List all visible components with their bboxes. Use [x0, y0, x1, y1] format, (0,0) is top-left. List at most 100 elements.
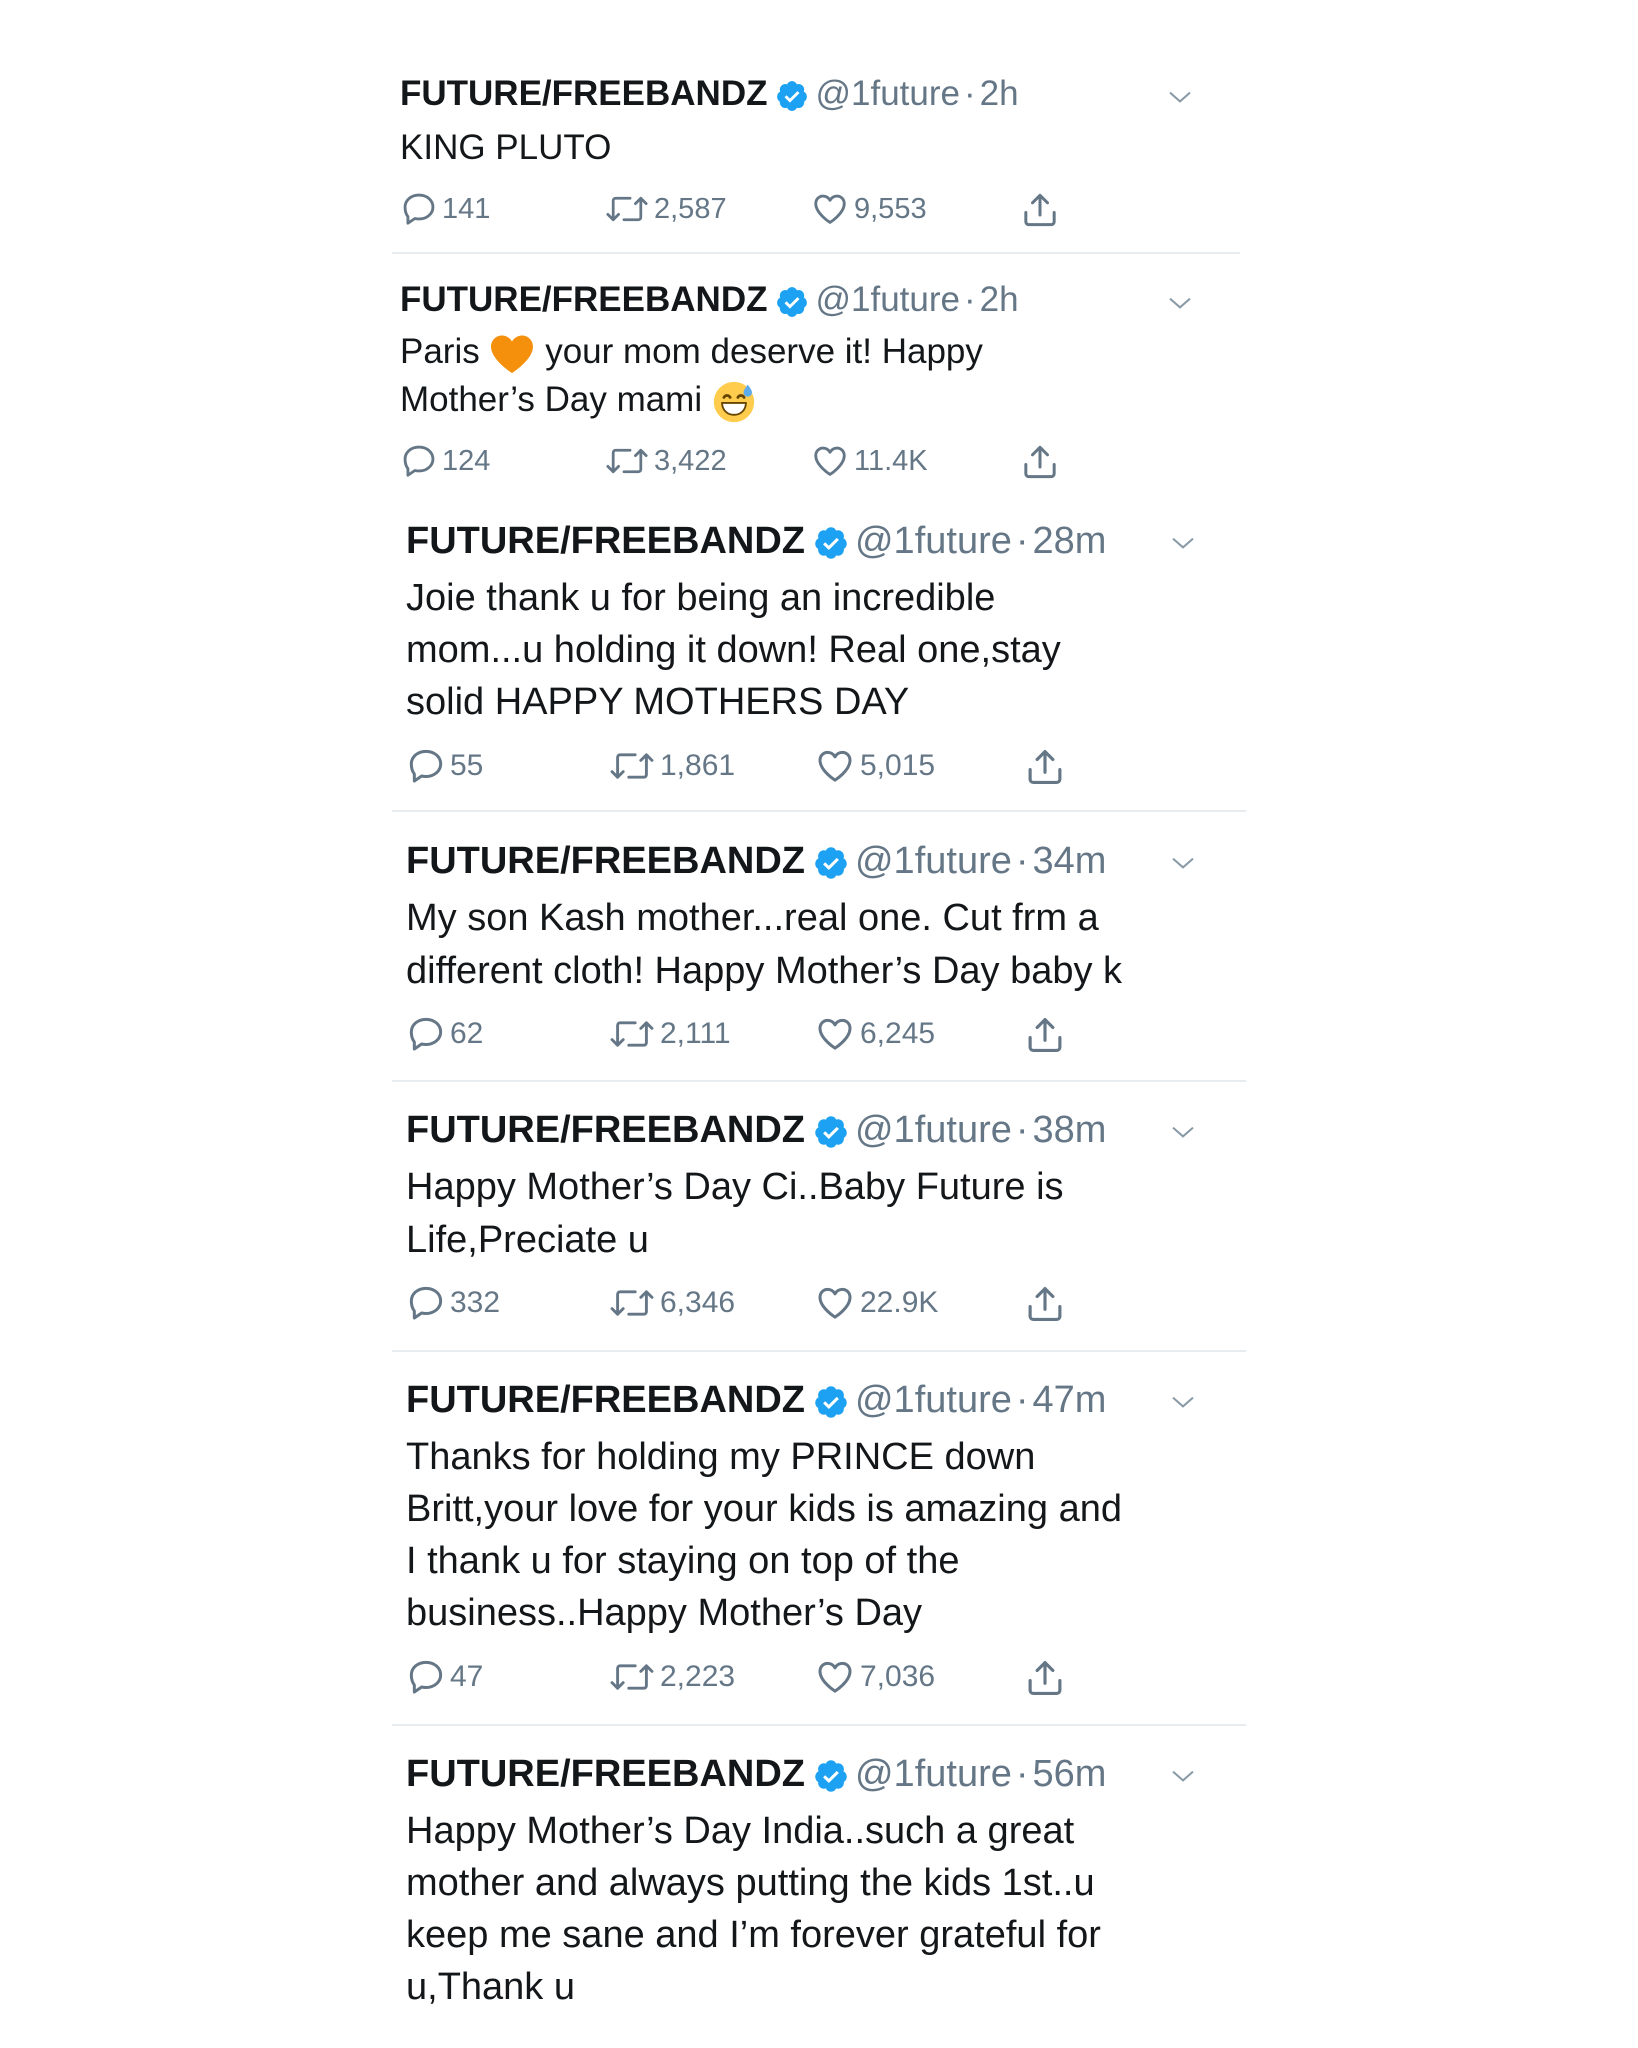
- reply-icon: [406, 746, 446, 786]
- author-name[interactable]: FUTURE/FREEBANDZ: [406, 1753, 805, 1795]
- retweet-icon: [608, 1657, 656, 1697]
- reply-button[interactable]: 141: [400, 190, 490, 228]
- share-button[interactable]: [1024, 1283, 1066, 1325]
- reply-button[interactable]: 62: [406, 1014, 483, 1054]
- chevron-down-icon[interactable]: [1168, 528, 1198, 558]
- tweet-timestamp[interactable]: 47m: [1033, 1379, 1107, 1421]
- separator-dot: ·: [963, 74, 976, 113]
- retweet-button[interactable]: 6,346: [608, 1283, 735, 1323]
- chevron-down-icon[interactable]: [1168, 848, 1198, 878]
- like-button[interactable]: 6,245: [814, 1014, 935, 1054]
- chevron-down-icon[interactable]: [1165, 82, 1195, 112]
- share-button[interactable]: [1020, 442, 1060, 482]
- separator-dot: ·: [1015, 520, 1029, 562]
- tweet-divider: [392, 1724, 1246, 1726]
- tweet[interactable]: FUTURE/FREEBANDZ @1future · 56m Happy Mothe…: [406, 1755, 1240, 2025]
- chevron-down-icon[interactable]: [1165, 288, 1195, 318]
- author-name[interactable]: FUTURE/FREEBANDZ: [406, 840, 805, 882]
- author-handle[interactable]: @1future: [855, 1379, 1012, 1421]
- tweet[interactable]: FUTURE/FREEBANDZ @1future · 2h KING PLUTO 1…: [400, 76, 1240, 246]
- tweet-text-line: I thank u for staying on top of the: [406, 1540, 960, 1582]
- heart-icon: [810, 190, 850, 228]
- verified-badge-icon: [775, 285, 809, 319]
- tweet-timestamp[interactable]: 34m: [1033, 840, 1107, 882]
- like-button[interactable]: 5,015: [814, 746, 935, 786]
- verified-badge-icon: [775, 79, 809, 113]
- tweet-text-segment: Mother’s Day mami: [400, 380, 703, 419]
- tweet-text-line: Life,Preciate u: [406, 1219, 649, 1261]
- author-handle[interactable]: @1future: [855, 840, 1012, 882]
- tweet[interactable]: FUTURE/FREEBANDZ @1future · 38m Happy Mothe…: [406, 1111, 1240, 1341]
- retweet-icon: [604, 442, 650, 480]
- tweet-text-line: Happy Mother’s Day India..such a great: [406, 1810, 1075, 1852]
- share-icon: [1020, 442, 1060, 482]
- tweet-timestamp[interactable]: 2h: [980, 74, 1019, 113]
- retweet-button[interactable]: 2,223: [608, 1657, 735, 1697]
- tweet[interactable]: FUTURE/FREEBANDZ @1future · 34m My son Kash…: [406, 842, 1240, 1072]
- tweet-text-line: solid HAPPY MOTHERS DAY: [406, 681, 910, 723]
- tweet-text-line: KING PLUTO: [400, 128, 612, 167]
- tweet-text-line: Joie thank u for being an incredible: [406, 577, 996, 619]
- reply-count: 62: [450, 1017, 484, 1050]
- author-name[interactable]: FUTURE/FREEBANDZ: [406, 1379, 805, 1421]
- retweet-button[interactable]: 1,861: [608, 746, 735, 786]
- retweet-button[interactable]: 2,111: [608, 1014, 731, 1054]
- grinning-sweat-emoji: [713, 381, 755, 422]
- retweet-count: 2,223: [660, 1660, 736, 1693]
- tweet-timestamp[interactable]: 38m: [1033, 1109, 1107, 1151]
- reply-button[interactable]: 47: [406, 1657, 483, 1697]
- reply-button[interactable]: 124: [400, 442, 490, 480]
- reply-icon: [400, 190, 438, 228]
- reply-icon: [406, 1657, 446, 1697]
- tweet-text-line: Paris your mom deserve it! Happy: [400, 328, 983, 376]
- tweet-text-line: u,Thank u: [406, 1966, 575, 2008]
- retweet-button[interactable]: 3,422: [604, 442, 727, 480]
- retweet-icon: [608, 1014, 656, 1054]
- share-button[interactable]: [1024, 1657, 1066, 1699]
- author-handle[interactable]: @1future: [815, 74, 960, 113]
- share-icon: [1024, 746, 1066, 788]
- reply-count: 332: [450, 1286, 501, 1319]
- heart-icon: [814, 1283, 856, 1323]
- chevron-down-icon[interactable]: [1168, 1387, 1198, 1417]
- author-handle[interactable]: @1future: [855, 1109, 1012, 1151]
- reply-button[interactable]: 332: [406, 1283, 500, 1323]
- author-name[interactable]: FUTURE/FREEBANDZ: [400, 280, 767, 319]
- tweet[interactable]: FUTURE/FREEBANDZ @1future · 28m Joie thank …: [406, 522, 1240, 792]
- retweet-icon: [608, 1283, 656, 1323]
- reply-button[interactable]: 55: [406, 746, 483, 786]
- retweet-count: 3,422: [654, 444, 727, 477]
- reply-count: 55: [450, 749, 484, 782]
- tweet[interactable]: FUTURE/FREEBANDZ @1future · 2h Paris your m…: [400, 282, 1240, 482]
- author-name[interactable]: FUTURE/FREEBANDZ: [406, 520, 805, 562]
- author-name[interactable]: FUTURE/FREEBANDZ: [400, 74, 767, 113]
- share-button[interactable]: [1020, 190, 1060, 230]
- tweet-text-line: Happy Mother’s Day Ci..Baby Future is: [406, 1166, 1064, 1208]
- separator-dot: ·: [1015, 1753, 1029, 1795]
- author-name[interactable]: FUTURE/FREEBANDZ: [406, 1109, 805, 1151]
- separator-dot: ·: [1015, 840, 1029, 882]
- tweet-text-line: My son Kash mother...real one. Cut frm a: [406, 897, 1099, 939]
- like-button[interactable]: 9,553: [810, 190, 927, 228]
- chevron-down-icon[interactable]: [1168, 1117, 1198, 1147]
- like-button[interactable]: 11.4K: [810, 442, 928, 480]
- like-button[interactable]: 7,036: [814, 1657, 935, 1697]
- chevron-down-icon[interactable]: [1168, 1761, 1198, 1791]
- like-count: 5,015: [860, 749, 936, 782]
- retweet-button[interactable]: 2,587: [604, 190, 727, 228]
- share-button[interactable]: [1024, 1014, 1066, 1056]
- share-button[interactable]: [1024, 746, 1066, 788]
- tweet-timestamp[interactable]: 2h: [980, 280, 1019, 319]
- reply-icon: [406, 1283, 446, 1323]
- heart-icon: [810, 442, 850, 480]
- tweet-text-line: Thanks for holding my PRINCE down: [406, 1436, 1036, 1478]
- like-button[interactable]: 22.9K: [814, 1283, 938, 1323]
- author-handle[interactable]: @1future: [855, 1753, 1012, 1795]
- tweet-timestamp[interactable]: 28m: [1033, 520, 1107, 562]
- author-handle[interactable]: @1future: [815, 280, 960, 319]
- author-handle[interactable]: @1future: [855, 520, 1012, 562]
- tweet-timestamp[interactable]: 56m: [1033, 1753, 1107, 1795]
- separator-dot: ·: [1015, 1379, 1029, 1421]
- tweet[interactable]: FUTURE/FREEBANDZ @1future · 47m Thanks for …: [406, 1381, 1240, 1711]
- reply-icon: [406, 1014, 446, 1054]
